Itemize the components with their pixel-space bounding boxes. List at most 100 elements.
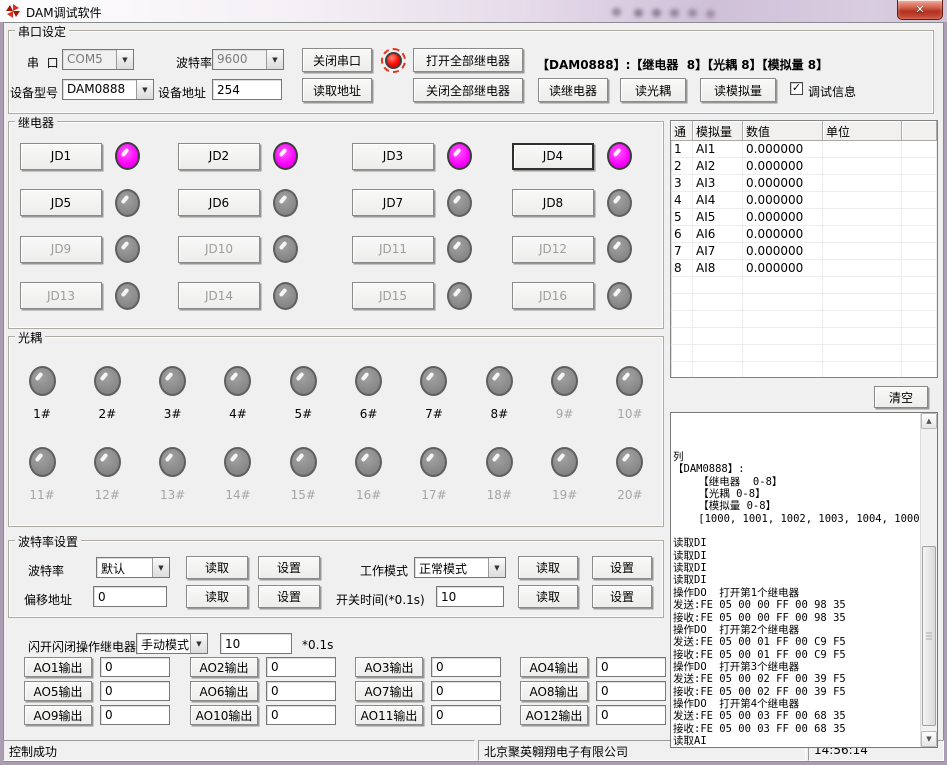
relay-button[interactable]: JD3 (352, 143, 434, 170)
ao-output-input[interactable] (431, 657, 501, 677)
cell-analog-name (693, 277, 743, 294)
relay-button[interactable]: JD13 (20, 282, 102, 309)
relay-button[interactable]: JD4 (512, 143, 594, 170)
close-port-button[interactable]: 关闭串口 (302, 48, 372, 72)
ao-output-input[interactable] (266, 681, 336, 701)
ao-output-button[interactable]: AO7输出 (355, 681, 423, 701)
ao-output-button[interactable]: AO12输出 (520, 705, 588, 725)
flash-time-input[interactable] (220, 633, 292, 654)
relay-button[interactable]: JD11 (352, 236, 434, 263)
com-port-select[interactable]: COM5 ▼ (62, 49, 134, 70)
ao-output-button[interactable]: AO11输出 (355, 705, 423, 725)
ao-output-button[interactable]: AO1输出 (24, 657, 92, 677)
relay-button[interactable]: JD7 (352, 189, 434, 216)
switch-time-read-button[interactable]: 读取 (518, 585, 578, 608)
ao-output-input[interactable] (100, 657, 170, 677)
work-mode-read-button[interactable]: 读取 (518, 556, 578, 579)
ao-output-input[interactable] (266, 657, 336, 677)
relay-button[interactable]: JD14 (178, 282, 260, 309)
table-row[interactable] (671, 345, 937, 362)
close-all-relays-button[interactable]: 关闭全部继电器 (413, 78, 523, 102)
relay-cell: JD15 (352, 273, 512, 320)
analog-table: 通模拟量数值单位 1 AI1 0.000000 2 AI2 0.000000 (670, 120, 938, 378)
open-all-relays-button[interactable]: 打开全部继电器 (413, 48, 523, 72)
table-row[interactable] (671, 362, 937, 378)
debug-info-checkbox[interactable]: ✓ (790, 82, 803, 95)
table-row[interactable]: 8 AI8 0.000000 (671, 260, 937, 277)
table-row[interactable]: 1 AI1 0.000000 (671, 141, 937, 158)
relay-button[interactable]: JD12 (512, 236, 594, 263)
ao-output-input[interactable] (266, 705, 336, 725)
table-row[interactable]: 6 AI6 0.000000 (671, 226, 937, 243)
relay-led-indicator (115, 142, 140, 170)
ao-output-input[interactable] (596, 657, 666, 677)
ao-output-input[interactable] (596, 705, 666, 725)
work-mode-set-button[interactable]: 设置 (592, 556, 652, 579)
relay-button[interactable]: JD2 (178, 143, 260, 170)
flash-mode-select[interactable]: 手动模式 ▼ (136, 633, 208, 654)
table-header-cell[interactable]: 模拟量 (693, 121, 743, 141)
read-relay-button[interactable]: 读继电器 (538, 78, 608, 102)
relay-button[interactable]: JD16 (512, 282, 594, 309)
switch-time-set-button[interactable]: 设置 (592, 585, 652, 608)
ao-output-button[interactable]: AO10输出 (190, 705, 258, 725)
scroll-up-button[interactable]: ▲ (921, 413, 937, 429)
relay-button[interactable]: JD1 (20, 143, 102, 170)
device-model-select[interactable]: DAM0888 ▼ (62, 79, 154, 100)
relay-button[interactable]: JD15 (352, 282, 434, 309)
ao-output-button[interactable]: AO4输出 (520, 657, 588, 677)
window-title: DAM调试软件 (26, 4, 102, 21)
ao-output-button[interactable]: AO5输出 (24, 681, 92, 701)
scrollbar-thumb[interactable] (922, 546, 936, 726)
ao-output-input[interactable] (431, 705, 501, 725)
device-address-input[interactable] (212, 79, 282, 100)
table-row[interactable] (671, 277, 937, 294)
relay-button[interactable]: JD10 (178, 236, 260, 263)
cell-unit (823, 260, 902, 277)
relay-button[interactable]: JD5 (20, 189, 102, 216)
table-header-cell[interactable] (902, 121, 937, 141)
baud-read-button[interactable]: 读取 (186, 556, 248, 579)
ao-output-input[interactable] (431, 681, 501, 701)
table-row[interactable]: 7 AI7 0.000000 (671, 243, 937, 260)
relay-button[interactable]: JD9 (20, 236, 102, 263)
baud-set-button[interactable]: 设置 (258, 556, 320, 579)
table-row[interactable]: 4 AI4 0.000000 (671, 192, 937, 209)
ao-output-button[interactable]: AO9输出 (24, 705, 92, 725)
baudrate-select[interactable]: 9600 ▼ (212, 49, 284, 70)
relay-button[interactable]: JD6 (178, 189, 260, 216)
work-mode-select[interactable]: 正常模式 ▼ (414, 557, 506, 578)
close-button[interactable]: ✕ (897, 0, 943, 20)
relay-button[interactable]: JD8 (512, 189, 594, 216)
baud-setting-select[interactable]: 默认 ▼ (96, 557, 170, 578)
scroll-down-button[interactable]: ▼ (921, 731, 937, 747)
table-row[interactable]: 3 AI3 0.000000 (671, 175, 937, 192)
offset-set-button[interactable]: 设置 (258, 585, 320, 608)
read-opto-button[interactable]: 读光耦 (620, 78, 686, 102)
read-address-button[interactable]: 读取地址 (302, 78, 372, 102)
ao-output-input[interactable] (100, 681, 170, 701)
table-row[interactable] (671, 294, 937, 311)
table-row[interactable] (671, 311, 937, 328)
ao-output-button[interactable]: AO2输出 (190, 657, 258, 677)
table-row[interactable]: 2 AI2 0.000000 (671, 158, 937, 175)
opto-item: 1# (22, 366, 62, 421)
table-header-cell[interactable]: 数值 (743, 121, 823, 141)
clear-log-button[interactable]: 清空 (874, 386, 928, 408)
log-output[interactable]: 列【DAM0888】: 【继电器 0-8】 【光耦 0-8】 【模拟量 0-8】… (670, 412, 938, 748)
log-line: 操作DO 打开第2个继电器 (673, 624, 919, 636)
table-row[interactable] (671, 328, 937, 345)
table-header-cell[interactable]: 通 (671, 121, 693, 141)
table-header-cell[interactable]: 单位 (823, 121, 902, 141)
ao-output-button[interactable]: AO8输出 (520, 681, 588, 701)
switch-time-input[interactable] (436, 586, 504, 607)
log-scrollbar[interactable]: ▲ ▼ (920, 413, 937, 747)
offset-address-input[interactable] (93, 586, 167, 607)
offset-read-button[interactable]: 读取 (186, 585, 248, 608)
ao-output-input[interactable] (596, 681, 666, 701)
ao-output-input[interactable] (100, 705, 170, 725)
read-analog-button[interactable]: 读模拟量 (700, 78, 776, 102)
ao-output-button[interactable]: AO6输出 (190, 681, 258, 701)
ao-output-button[interactable]: AO3输出 (355, 657, 423, 677)
table-row[interactable]: 5 AI5 0.000000 (671, 209, 937, 226)
